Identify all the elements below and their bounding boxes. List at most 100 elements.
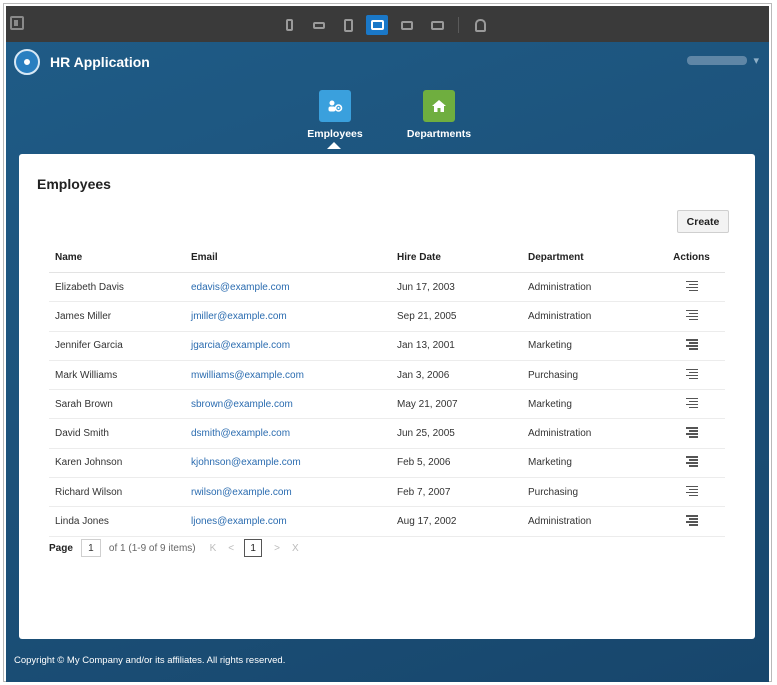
user-menu[interactable]: ▾ [687,54,759,67]
nav-employees[interactable]: Employees [290,90,380,140]
cell-email[interactable]: jmiller@example.com [185,301,391,332]
cell-department: Marketing [522,331,658,361]
desktop-small-icon[interactable] [396,15,418,35]
user-device-icon[interactable] [469,15,491,35]
nav-employees-label: Employees [307,128,363,140]
phone-landscape-icon[interactable] [308,15,330,35]
cell-email[interactable]: mwilliams@example.com [185,360,391,391]
cell-name: Richard Wilson [49,477,185,508]
first-page-button[interactable]: K [210,543,217,554]
cell-actions [658,477,725,508]
table-row[interactable]: James Miller jmiller@example.com Sep 21, 2… [49,301,725,332]
column-header-department[interactable]: Department [522,242,658,273]
cell-department: Administration [522,301,658,332]
table-row[interactable]: Jennifer Garcia jgarcia@example.com Jan 13… [49,331,725,361]
cell-hire-date: Jun 25, 2005 [391,418,522,449]
cell-department: Purchasing [522,477,658,508]
footer-copyright: Copyright © My Company and/or its affili… [14,655,286,666]
cell-hire-date: Jun 17, 2003 [391,272,522,303]
row-actions-menu-icon[interactable] [685,397,698,409]
page-title: Employees [37,176,111,192]
pager-summary: of 1 (1-9 of 9 items) [108,542,196,554]
cell-hire-date: Feb 7, 2007 [391,477,522,508]
row-actions-menu-icon[interactable] [685,280,698,292]
app-logo-icon [14,49,40,75]
cell-name: James Miller [49,301,185,332]
user-name-redacted [687,56,748,65]
cell-department: Administration [522,418,658,449]
cell-email[interactable]: dsmith@example.com [185,418,391,449]
employees-table: Name Email Hire Date Department Actions … [49,242,725,537]
cell-department: Marketing [522,448,658,479]
column-header-actions: Actions [658,242,725,273]
table-row[interactable]: Mark Williams mwilliams@example.com Jan 3,… [49,360,725,391]
cell-actions [658,389,725,420]
cell-email[interactable]: kjohnson@example.com [185,448,391,479]
row-actions-menu-icon[interactable] [685,485,698,497]
column-header-hire-date[interactable]: Hire Date [391,242,522,273]
cell-hire-date: Sep 21, 2005 [391,301,522,332]
cell-hire-date: Jan 13, 2001 [391,331,522,361]
current-page-button[interactable]: 1 [244,539,263,557]
device-toolbar [6,6,769,42]
page-number-input[interactable]: 1 [80,539,101,557]
app-title: HR Application [50,54,150,70]
nav-departments-label: Departments [406,128,472,140]
tablet-landscape-icon[interactable] [366,15,388,35]
last-page-button[interactable]: X [292,543,299,554]
app-window: HR Application ▾ Employees Departments E… [6,42,769,682]
cell-email[interactable]: jgarcia@example.com [185,331,391,361]
cell-name: Sarah Brown [49,389,185,420]
pager: Page 1 of 1 (1-9 of 9 items) K < 1 > X [49,539,299,557]
cell-name: Mark Williams [49,360,185,391]
row-actions-menu-icon[interactable] [685,427,698,438]
cell-hire-date: Aug 17, 2002 [391,506,522,537]
cell-name: David Smith [49,418,185,449]
cell-hire-date: Jan 3, 2006 [391,360,522,391]
panel-toggle-icon[interactable] [10,16,24,30]
nav-departments[interactable]: Departments [394,90,484,140]
cell-actions [658,506,725,537]
chevron-down-icon: ▾ [753,55,759,67]
desktop-large-icon[interactable] [426,15,448,35]
row-actions-menu-icon[interactable] [685,515,698,526]
cell-hire-date: May 21, 2007 [391,389,522,420]
cell-name: Karen Johnson [49,448,185,479]
employees-icon [319,90,351,122]
previous-page-button[interactable]: < [228,543,234,554]
cell-email[interactable]: rwilson@example.com [185,477,391,508]
cell-email[interactable]: ljones@example.com [185,506,391,537]
column-header-name[interactable]: Name [49,242,185,273]
row-actions-menu-icon[interactable] [685,309,698,321]
cell-department: Purchasing [522,360,658,391]
table-row[interactable]: David Smith dsmith@example.com Jun 25, 200… [49,418,725,449]
table-row[interactable]: Linda Jones ljones@example.com Aug 17, 200… [49,506,725,537]
cell-name: Linda Jones [49,506,185,537]
phone-portrait-icon[interactable] [278,15,300,35]
column-header-email[interactable]: Email [185,242,391,273]
table-row[interactable]: Elizabeth Davis edavis@example.com Jun 17,… [49,272,725,303]
employees-panel: Employees Create Name Email Hire Date De… [19,154,755,639]
create-button[interactable]: Create [677,210,729,233]
table-row[interactable]: Richard Wilson rwilson@example.com Feb 7, … [49,477,725,508]
pager-label: Page [49,542,73,554]
cell-actions [658,272,725,303]
home-icon [423,90,455,122]
table-row[interactable]: Karen Johnson kjohnson@example.com Feb 5, … [49,448,725,479]
cell-name: Jennifer Garcia [49,331,185,361]
table-row[interactable]: Sarah Brown sbrown@example.com May 21, 200… [49,389,725,420]
row-actions-menu-icon[interactable] [685,456,698,467]
toolbar-divider [458,17,459,33]
table-header-row: Name Email Hire Date Department Actions [49,242,725,273]
row-actions-menu-icon[interactable] [685,339,698,350]
cell-department: Marketing [522,389,658,420]
row-actions-menu-icon[interactable] [685,368,698,380]
active-nav-indicator [327,142,341,149]
cell-email[interactable]: sbrown@example.com [185,389,391,420]
tablet-portrait-icon[interactable] [337,15,359,35]
cell-name: Elizabeth Davis [49,272,185,303]
cell-actions [658,301,725,332]
cell-actions [658,448,725,479]
cell-email[interactable]: edavis@example.com [185,272,391,303]
next-page-button[interactable]: > [274,543,280,554]
